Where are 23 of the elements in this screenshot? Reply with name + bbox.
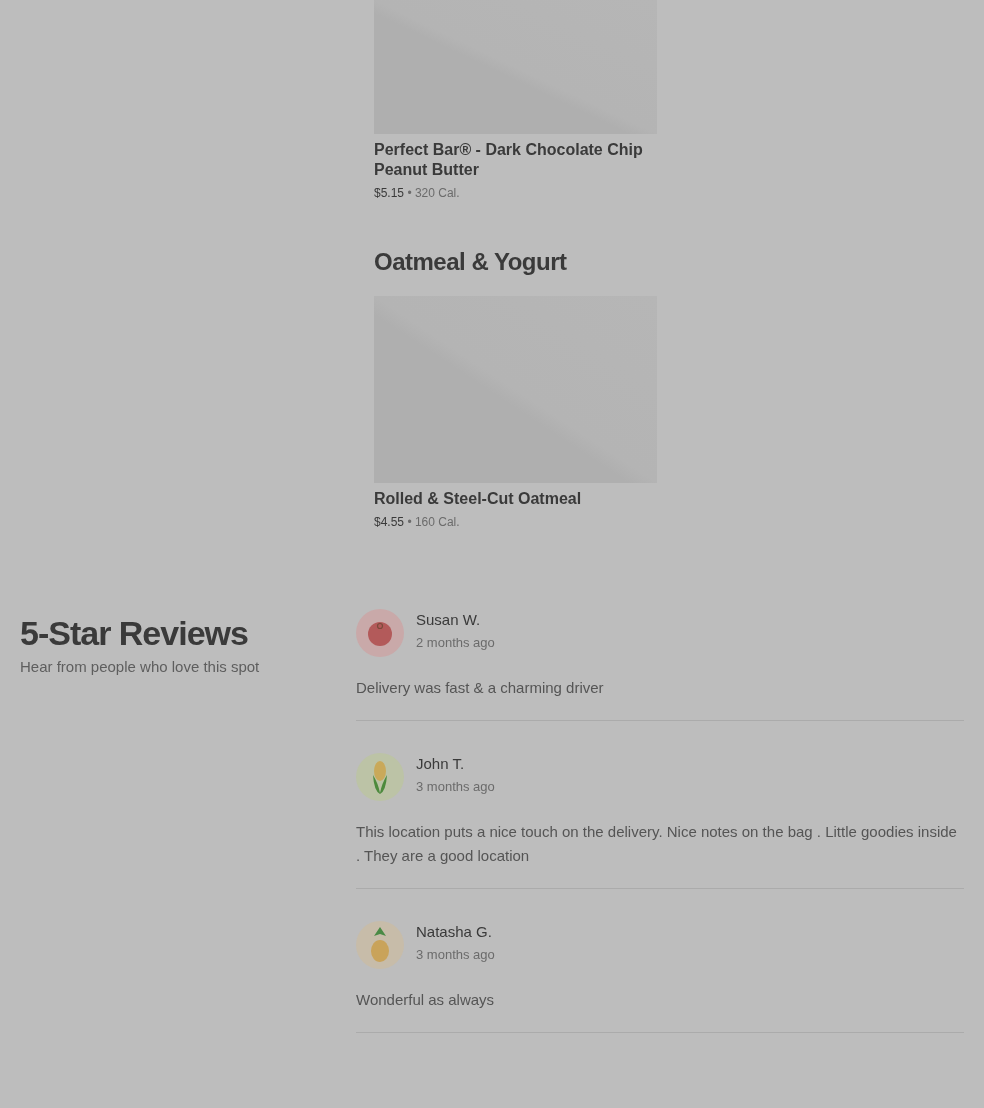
review-time: 3 months ago <box>416 778 495 796</box>
review-text: This location puts a nice touch on the delivery. Nice notes on the bag . Little goodies inside . They are a good location <box>356 822 958 866</box>
item-name[interactable]: Rolled & Steel-Cut Oatmeal <box>374 489 658 509</box>
reviewer-name: Susan W. <box>416 610 482 630</box>
item-price: $4.55 <box>374 515 405 529</box>
review-time: 3 months ago <box>416 946 495 964</box>
item-calories: 320 Cal. <box>414 186 460 200</box>
reviews-subtitle: Hear from people who love this spot <box>20 658 261 675</box>
review-text: Wonderful as always <box>356 990 496 1010</box>
separator-dot: • <box>407 515 412 529</box>
item-price: $5.15 <box>374 186 405 200</box>
review-text: Delivery was fast & a charming driver <box>356 678 605 698</box>
reviewer-name: John T. <box>416 754 466 774</box>
review-time: 2 months ago <box>416 634 495 652</box>
reviewer-name: Natasha G. <box>416 922 493 942</box>
separator-dot: • <box>407 186 412 200</box>
tomato-avatar-icon <box>356 609 404 657</box>
pineapple-avatar-icon <box>356 921 404 969</box>
item-calories: 160 Cal. <box>414 515 460 529</box>
section-heading: Oatmeal & Yogurt <box>374 247 568 277</box>
item-name[interactable]: Perfect Bar® - Dark Chocolate Chip Peanut Butter <box>374 140 658 180</box>
reviews-title: 5-Star Reviews <box>20 613 249 653</box>
corn-avatar-icon <box>356 753 404 801</box>
